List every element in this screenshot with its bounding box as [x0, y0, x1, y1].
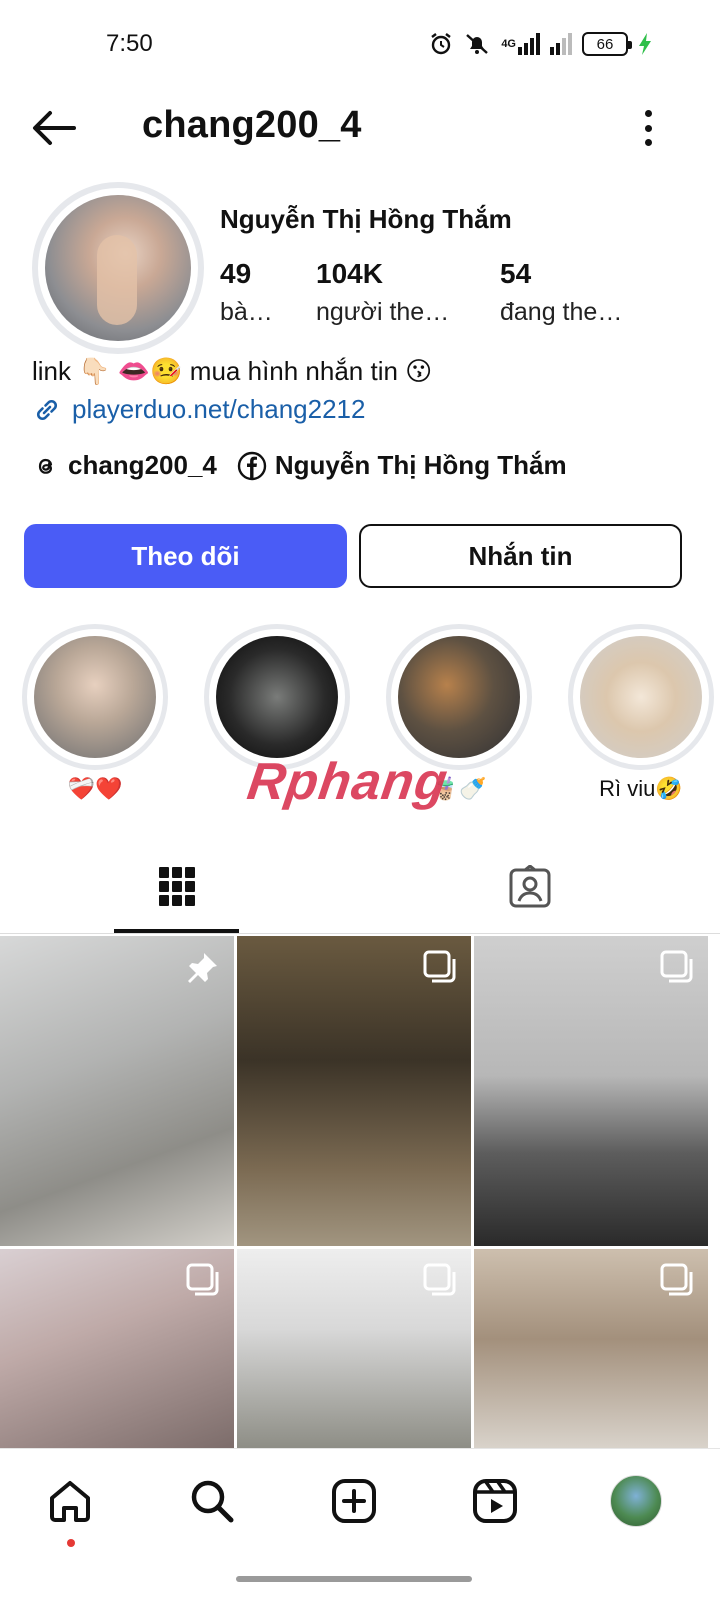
highlight-ring: [568, 624, 714, 770]
threads-handle: chang200_4: [68, 450, 217, 480]
battery-level: 66: [582, 32, 632, 56]
profile-thumbnail-icon: [610, 1475, 662, 1527]
back-button[interactable]: [28, 106, 80, 150]
watermark: Rphang: [243, 753, 452, 811]
nav-profile[interactable]: [606, 1471, 666, 1531]
nav-search[interactable]: [182, 1471, 242, 1531]
carousel-icon: [660, 950, 694, 989]
grid-icon: [158, 867, 195, 906]
highlight-cover: [34, 636, 156, 758]
mute-icon: [463, 30, 491, 58]
highlight-ring: [386, 624, 532, 770]
posts-stat[interactable]: 49 bà…: [220, 258, 273, 327]
tagged-icon: [509, 865, 551, 908]
charging-icon: [638, 30, 652, 58]
link-icon: [36, 399, 58, 420]
profile-header: chang200_4: [0, 88, 720, 168]
reels-icon: [473, 1479, 517, 1523]
avatar-image: [45, 195, 191, 341]
carousel-icon: [423, 950, 457, 989]
followers-count: 104K: [316, 258, 383, 289]
story-highlight[interactable]: ❤️‍🩹❤️: [22, 624, 168, 806]
followers-label: người the…: [316, 298, 450, 326]
signal-4g-icon: 4G: [501, 30, 540, 58]
carousel-icon: [423, 1263, 457, 1302]
signal-icon: [550, 30, 572, 58]
status-icons: 4G 66: [429, 30, 652, 58]
carousel-icon: [660, 1263, 694, 1302]
tab-tagged[interactable]: [470, 840, 590, 934]
posts-label: bà…: [220, 298, 273, 326]
social-links: chang200_4 Nguyễn Thị Hồng Thắm: [32, 450, 567, 481]
battery-icon: 66: [582, 30, 632, 58]
nav-reels[interactable]: [465, 1471, 525, 1531]
page-title: chang200_4: [142, 104, 362, 146]
facebook-icon: [237, 451, 267, 480]
highlight-label: Rì viu🤣: [599, 776, 683, 801]
arrow-left-icon: [33, 111, 76, 145]
home-icon: [50, 1481, 90, 1522]
post-thumbnail[interactable]: [237, 936, 471, 1246]
profile-link[interactable]: playerduo.net/chang2212: [32, 394, 365, 425]
posts-count: 49: [220, 258, 252, 289]
threads-icon: [38, 458, 53, 474]
create-icon: [332, 1479, 376, 1523]
threads-link[interactable]: chang200_4: [32, 450, 217, 481]
search-icon: [191, 1480, 234, 1523]
more-options-button[interactable]: [636, 108, 660, 148]
followers-stat[interactable]: 104K người the…: [316, 258, 449, 327]
active-tab-indicator: [114, 929, 239, 933]
more-dot: [644, 110, 652, 117]
posts-grid: [0, 936, 720, 1449]
highlight-cover: [216, 636, 338, 758]
more-dot: [644, 124, 652, 132]
profile-tabs: [0, 840, 720, 934]
facebook-name: Nguyễn Thị Hồng Thắm: [274, 450, 567, 480]
post-thumbnail[interactable]: [474, 936, 708, 1246]
post-thumbnail[interactable]: [237, 1249, 471, 1449]
following-label: đang the…: [500, 298, 623, 326]
highlight-cover: [398, 636, 520, 758]
highlight-ring: [22, 624, 168, 770]
message-button[interactable]: Nhắn tin: [359, 524, 682, 588]
story-highlight[interactable]: Rì viu🤣: [568, 624, 714, 806]
home-indicator[interactable]: [236, 1576, 472, 1582]
following-stat[interactable]: 54 đang the…: [500, 258, 622, 327]
nav-create[interactable]: [324, 1471, 384, 1531]
status-time: 7:50: [106, 30, 153, 57]
status-bar: 7:50 4G 66: [0, 0, 720, 88]
post-thumbnail[interactable]: [0, 1249, 234, 1449]
profile-avatar[interactable]: [32, 182, 204, 354]
highlight-ring: [204, 624, 350, 770]
post-thumbnail[interactable]: [0, 936, 234, 1246]
bio-text: link 👇🏻 👄🤒 mua hình nhắn tin 😗: [32, 356, 433, 386]
post-thumbnail[interactable]: [474, 1249, 708, 1449]
notification-dot: [67, 1539, 75, 1547]
nav-home[interactable]: [40, 1471, 100, 1531]
link-text[interactable]: playerduo.net/chang2212: [72, 394, 365, 425]
pin-icon: [184, 950, 220, 991]
display-name: Nguyễn Thị Hồng Thắm: [220, 204, 512, 234]
highlight-label: ❤️‍🩹❤️: [67, 776, 123, 801]
carousel-icon: [186, 1263, 220, 1302]
facebook-link[interactable]: Nguyễn Thị Hồng Thắm: [237, 450, 567, 481]
more-dot: [644, 139, 652, 146]
follow-button[interactable]: Theo dõi: [24, 524, 347, 588]
highlight-cover: [580, 636, 702, 758]
network-type: 4G: [501, 38, 516, 50]
alarm-icon: [429, 30, 453, 58]
following-count: 54: [500, 258, 532, 289]
tab-posts-grid[interactable]: [114, 840, 239, 934]
